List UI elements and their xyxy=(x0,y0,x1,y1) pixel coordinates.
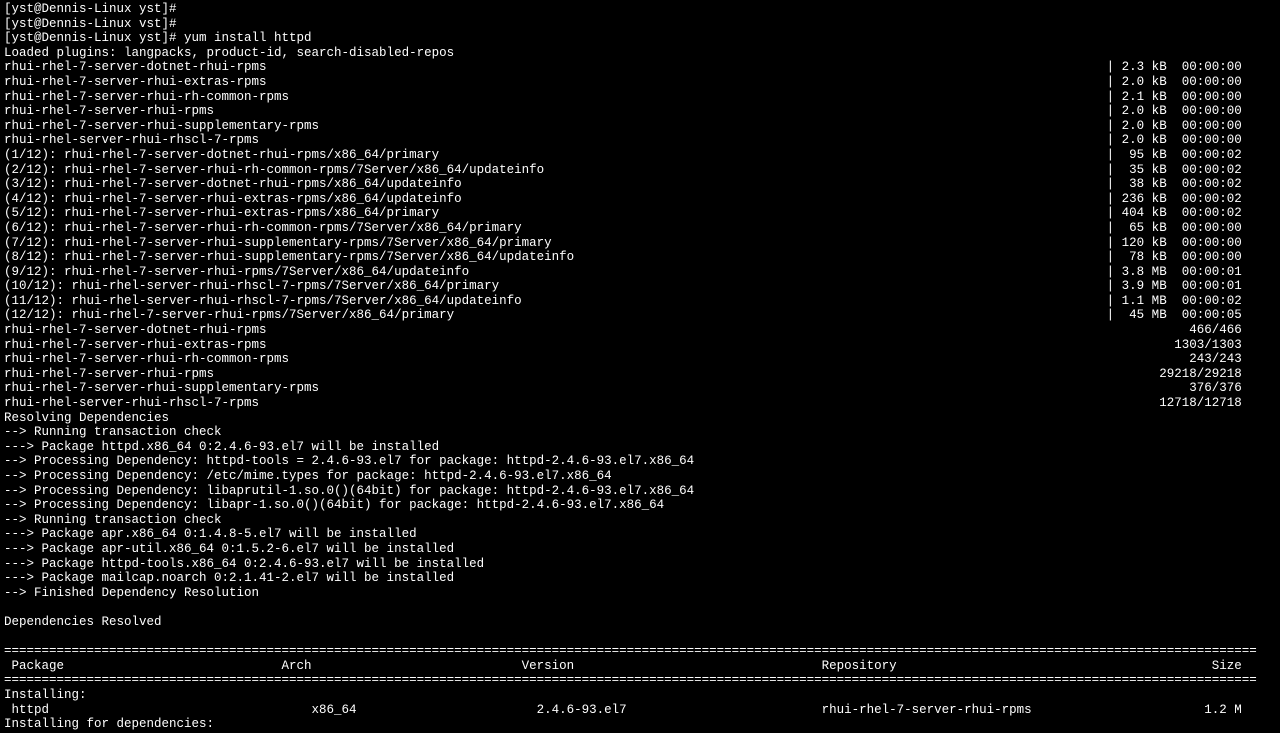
terminal-output[interactable]: [yst@Dennis-Linux yst]# [yst@Dennis-Linu… xyxy=(0,0,1280,733)
